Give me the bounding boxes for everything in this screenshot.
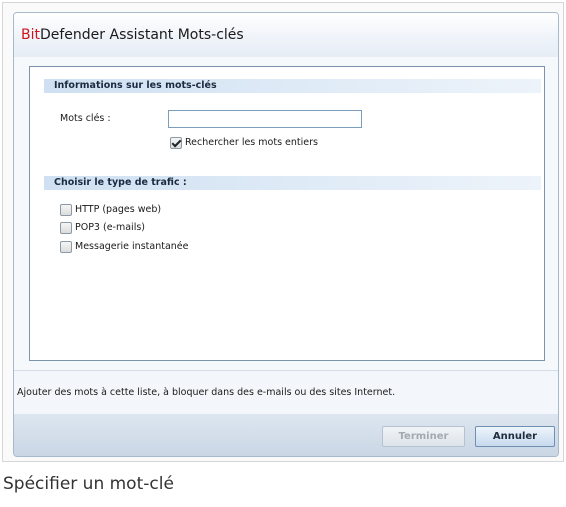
content-panel: Informations sur les mots-clés Mots clés… xyxy=(29,66,545,361)
http-label: HTTP (pages web) xyxy=(75,204,162,215)
instant-messaging-checkbox[interactable] xyxy=(60,241,72,253)
whole-words-checkbox[interactable] xyxy=(170,137,182,149)
keywords-section-header: Informations sur les mots-clés xyxy=(44,79,541,93)
http-checkbox[interactable] xyxy=(60,204,72,216)
figure-caption: Spécifier un mot-clé xyxy=(3,474,174,494)
keyword-assistant-window: BitDefender Assistant Mots-clés Informat… xyxy=(13,12,559,457)
keywords-label: Mots clés : xyxy=(60,113,111,124)
window-title: BitDefender Assistant Mots-clés xyxy=(21,27,244,43)
info-bar: Ajouter des mots à cette liste, à bloque… xyxy=(14,370,558,415)
pop3-label: POP3 (e-mails) xyxy=(75,222,145,233)
whole-words-label: Rechercher les mots entiers xyxy=(185,137,318,148)
info-text: Ajouter des mots à cette liste, à bloque… xyxy=(17,387,396,398)
pop3-checkbox[interactable] xyxy=(60,222,72,234)
title-brand: Bit xyxy=(21,27,40,43)
finish-button[interactable]: Terminer xyxy=(382,426,465,447)
instant-messaging-label: Messagerie instantanée xyxy=(75,241,189,252)
window-titlebar: BitDefender Assistant Mots-clés xyxy=(14,13,558,57)
keywords-input[interactable] xyxy=(168,110,362,128)
figure-frame: BitDefender Assistant Mots-clés Informat… xyxy=(2,2,564,462)
traffic-section-header: Choisir le type de trafic : xyxy=(44,176,541,190)
cancel-button[interactable]: Annuler xyxy=(475,426,555,447)
title-text: Defender Assistant Mots-clés xyxy=(39,27,244,43)
dialog-footer: Terminer Annuler xyxy=(14,414,558,456)
